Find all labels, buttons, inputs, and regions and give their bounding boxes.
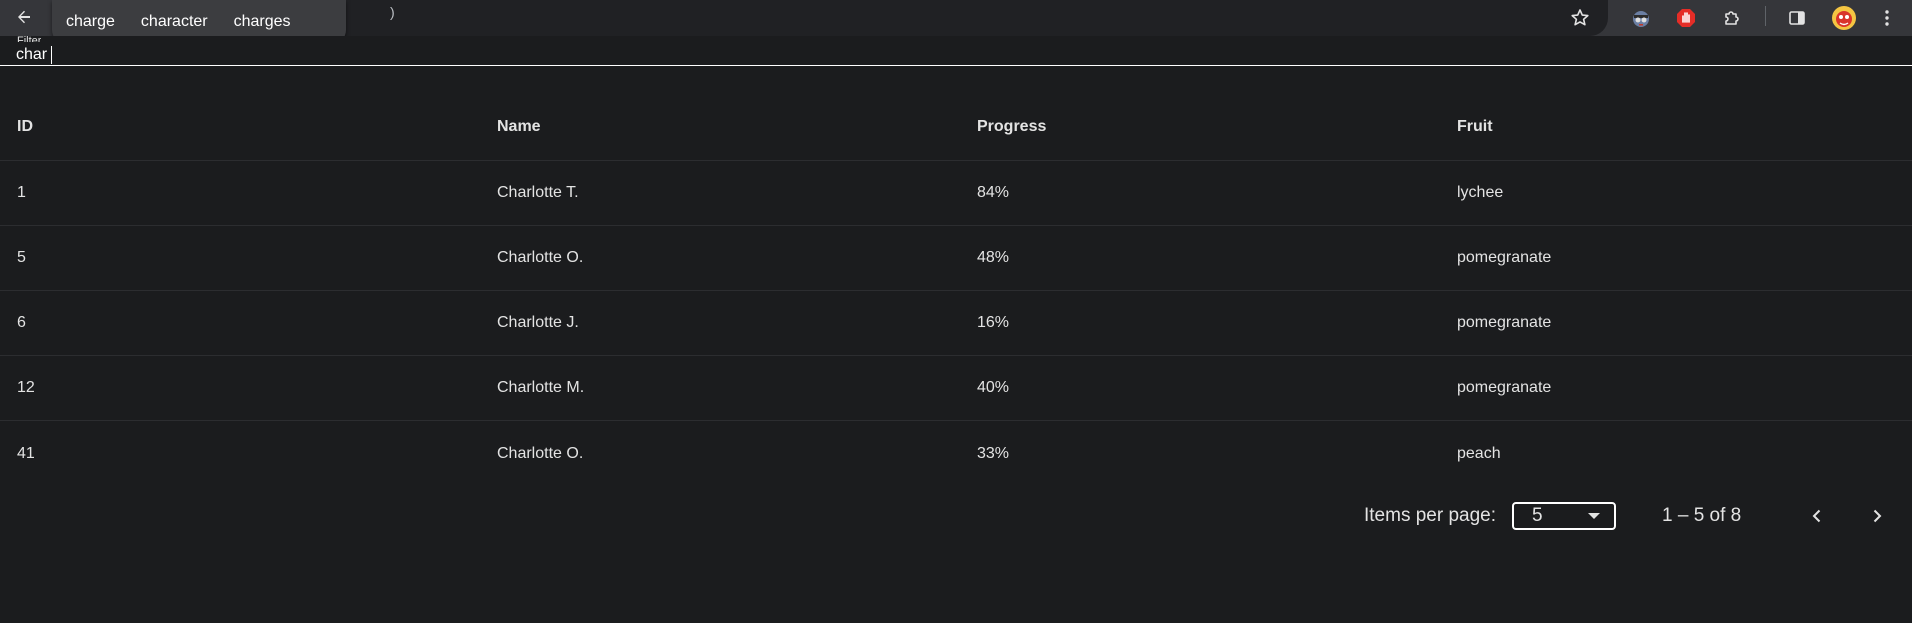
- cell-id: 41: [17, 444, 35, 462]
- cell-progress: 84%: [977, 184, 1010, 201]
- cell-id: 6: [17, 314, 26, 331]
- chevron-left-icon: [1812, 509, 1821, 523]
- table-row: 1 Charlotte T. 84% lychee: [0, 161, 1912, 226]
- filter-input[interactable]: [16, 46, 1896, 64]
- column-header-progress[interactable]: Progress: [977, 93, 1046, 160]
- bookmark-star-icon[interactable]: [1566, 4, 1594, 32]
- cell-name: Charlotte O.: [497, 249, 584, 266]
- cell-name: Charlotte M.: [497, 379, 585, 396]
- next-page-button[interactable]: [1861, 500, 1893, 532]
- filter-label: Filter: [17, 36, 42, 42]
- text-caret: [51, 46, 52, 64]
- side-panel-icon[interactable]: [1783, 4, 1811, 32]
- cell-progress: 48%: [977, 249, 1010, 266]
- more-menu-icon[interactable]: [1873, 4, 1901, 32]
- spy-extension-icon[interactable]: [1627, 4, 1655, 32]
- cell-id: 12: [17, 379, 35, 396]
- table-row: 12 Charlotte M. 40% pomegranate: [0, 356, 1912, 421]
- cell-progress: 16%: [977, 314, 1010, 331]
- adblock-hand-icon[interactable]: [1672, 4, 1700, 32]
- cell-id: 1: [17, 184, 26, 201]
- items-per-page-value: 5: [1532, 505, 1543, 526]
- cell-name: Charlotte O.: [497, 444, 584, 462]
- table-row: 5 Charlotte O. 48% pomegranate: [0, 226, 1912, 291]
- cell-name: Charlotte J.: [497, 314, 579, 331]
- cell-progress: 40%: [977, 379, 1010, 396]
- previous-page-button[interactable]: [1801, 500, 1833, 532]
- data-table: ID Name Progress Fruit 1 Charlotte T. 84…: [0, 93, 1912, 486]
- profile-avatar-icon[interactable]: [1830, 4, 1858, 32]
- cell-fruit: peach: [1457, 444, 1501, 462]
- dropdown-arrow-icon: [1588, 513, 1600, 519]
- cell-fruit: pomegranate: [1457, 249, 1552, 266]
- table-row: 41 Charlotte O. 33% peach: [0, 421, 1912, 486]
- cell-fruit: pomegranate: [1457, 379, 1552, 396]
- items-per-page-select[interactable]: 5: [1512, 502, 1616, 530]
- column-header-fruit[interactable]: Fruit: [1457, 93, 1493, 160]
- cell-name: Charlotte T.: [497, 184, 579, 201]
- cell-fruit: lychee: [1457, 184, 1504, 201]
- page-range-label: 1 – 5 of 8: [1662, 505, 1742, 526]
- extensions-puzzle-icon[interactable]: [1718, 4, 1746, 32]
- table-row: 6 Charlotte J. 16% pomegranate: [0, 291, 1912, 356]
- back-arrow-icon[interactable]: [10, 3, 38, 31]
- paginator: Items per page: 5 1 – 5 of 8: [0, 495, 1912, 537]
- filter-field: Filter: [0, 36, 1912, 66]
- column-header-id[interactable]: ID: [17, 93, 33, 160]
- cell-id: 5: [17, 249, 26, 266]
- items-per-page-label: Items per page:: [1364, 505, 1497, 526]
- cell-progress: 33%: [977, 444, 1010, 462]
- address-bar-text: ): [390, 4, 395, 20]
- toolbar-divider: [1765, 6, 1766, 26]
- column-header-name[interactable]: Name: [497, 93, 541, 160]
- table-header-row: ID Name Progress Fruit: [0, 93, 1912, 161]
- cell-fruit: pomegranate: [1457, 314, 1552, 331]
- chevron-right-icon: [1873, 509, 1882, 523]
